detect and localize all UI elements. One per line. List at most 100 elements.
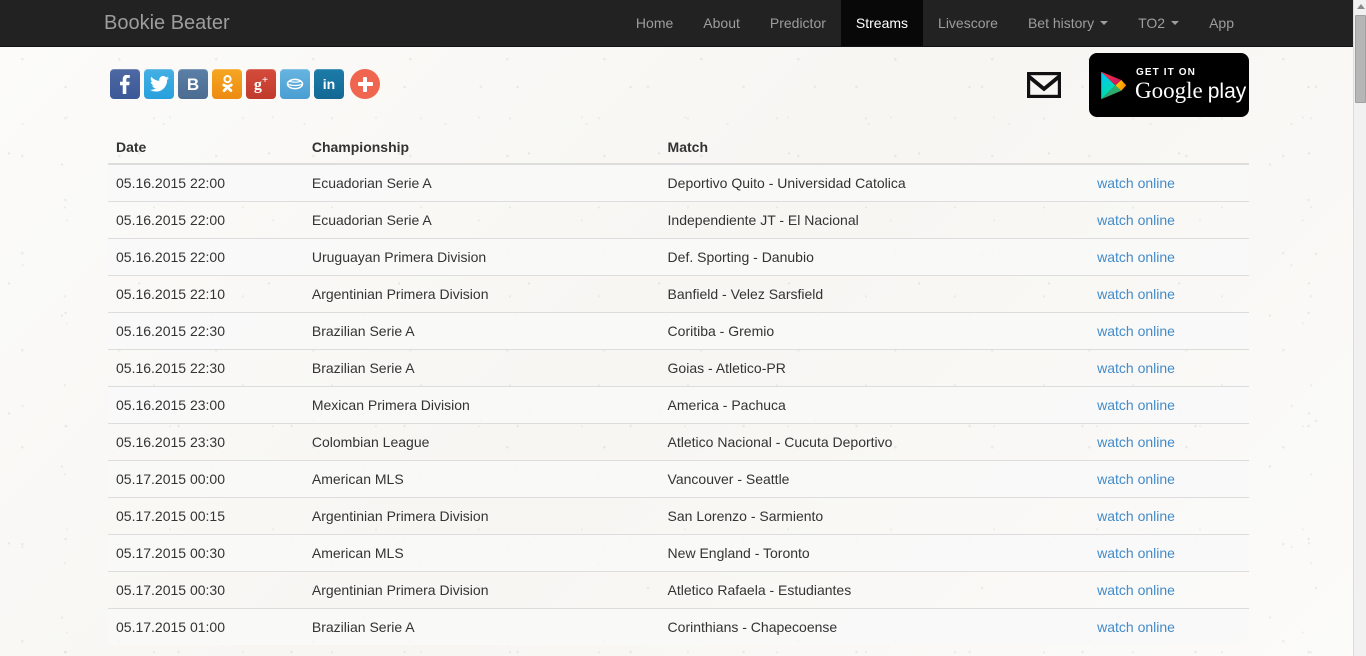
right-tools: GET IT ON Google play [1027,53,1249,117]
table-row: 05.17.2015 01:00 Brazilian Serie A Corinth… [108,607,1249,645]
cell-match: Coritiba - Gremio [659,311,1090,349]
table-header-row: Date Championship Match [108,131,1249,165]
cell-date: 05.16.2015 22:10 [108,274,304,312]
twitter-icon [149,76,169,92]
google-play-store-name: Google play [1135,78,1247,104]
cell-date: 05.17.2015 01:00 [108,607,304,645]
cell-match: New England - Toronto [659,533,1090,571]
watch-online-link[interactable]: watch online [1097,582,1175,598]
nav-link-app[interactable]: App [1194,0,1249,46]
streams-table: Date Championship Match 05.16.2015 22:00… [108,131,1249,645]
cell-date: 05.17.2015 00:30 [108,570,304,608]
cell-match: Atletico Nacional - Cucuta Deportivo [659,422,1090,460]
nav-label: Home [635,15,674,31]
column-header-match: Match [659,131,1090,165]
google-play-badge[interactable]: GET IT ON Google play [1089,53,1249,117]
watch-online-link[interactable]: watch online [1097,508,1175,524]
facebook-icon [120,74,130,94]
cell-match: Banfield - Velez Sarsfield [659,274,1090,312]
streams-table-container: Date Championship Match 05.16.2015 22:00… [108,131,1249,645]
social-share-bar: B g+ in [110,69,380,99]
watch-online-link[interactable]: watch online [1097,323,1175,339]
more-share-button[interactable] [350,69,380,99]
watch-online-link[interactable]: watch online [1097,434,1175,450]
cell-watch-link: watch online [1089,311,1249,349]
nav-item-home[interactable]: Home [621,0,688,46]
nav-link-livescore[interactable]: Livescore [923,0,1013,46]
googleplus-icon: g+ [253,73,269,94]
cell-championship: American MLS [303,459,660,497]
cell-championship: Mexican Primera Division [303,385,660,423]
navbar-menu: Home About Predictor Streams Livescore Bet hi… [581,0,1353,46]
cell-match: Deportivo Quito - Universidad Catolica [659,163,1090,201]
scrollbar-up-arrow-icon[interactable] [1354,0,1366,13]
odnoklassniki-share-button[interactable] [212,69,242,99]
google-play-triangle-icon [1101,71,1127,99]
chevron-down-icon [1100,21,1109,25]
nav-item-predictor[interactable]: Predictor [755,0,841,46]
linkedin-icon: in [322,76,336,92]
table-row: 05.16.2015 22:30 Brazilian Serie A Coritib… [108,311,1249,349]
watch-online-link[interactable]: watch online [1097,175,1175,191]
cell-date: 05.16.2015 23:00 [108,385,304,423]
brand-link[interactable]: Bookie Beater [89,0,245,46]
table-row: 05.16.2015 22:00 Ecuadorian Serie A Deport… [108,163,1249,201]
nav-link-bet-history[interactable]: Bet history [1013,0,1123,46]
table-row: 05.16.2015 22:10 Argentinian Primera Divi… [108,274,1249,312]
surfingbird-icon [286,78,304,90]
cell-date: 05.16.2015 22:30 [108,311,304,349]
nav-link-streams[interactable]: Streams [840,0,924,46]
nav-item-livescore[interactable]: Livescore [923,0,1013,46]
table-row: 05.17.2015 00:30 Argentinian Primera Divi… [108,570,1249,608]
table-row: 05.16.2015 22:30 Brazilian Serie A Goias -… [108,348,1249,386]
cell-championship: Argentinian Primera Division [303,570,660,608]
nav-item-bet-history[interactable]: Bet history [1013,0,1123,46]
watch-online-link[interactable]: watch online [1097,545,1175,561]
table-row: 05.17.2015 00:00 American MLS Vancouver - … [108,459,1249,497]
nav-item-to2[interactable]: TO2 [1123,0,1194,46]
watch-online-link[interactable]: watch online [1097,286,1175,302]
scrollbar-thumb[interactable] [1355,15,1366,103]
googleplus-share-button[interactable]: g+ [246,69,276,99]
cell-championship: Ecuadorian Serie A [303,163,660,201]
nav-link-predictor[interactable]: Predictor [755,0,841,46]
watch-online-link[interactable]: watch online [1097,397,1175,413]
watch-online-link[interactable]: watch online [1097,471,1175,487]
chevron-down-icon [1171,21,1180,25]
cell-match: Corinthians - Chapecoense [659,607,1090,645]
nav-label: App [1209,15,1234,31]
cell-date: 05.16.2015 22:00 [108,200,304,238]
cell-date: 05.16.2015 22:30 [108,348,304,386]
email-share-button[interactable] [1027,72,1061,98]
column-header-championship: Championship [303,131,660,165]
cell-match: Def. Sporting - Danubio [659,237,1090,275]
nav-link-to2[interactable]: TO2 [1123,0,1194,46]
nav-item-app[interactable]: App [1194,0,1249,46]
column-header-link [1089,131,1249,165]
nav-item-about[interactable]: About [688,0,755,46]
watch-online-link[interactable]: watch online [1097,619,1175,635]
linkedin-share-button[interactable]: in [314,69,344,99]
table-row: 05.16.2015 23:00 Mexican Primera Division… [108,385,1249,423]
watch-online-link[interactable]: watch online [1097,249,1175,265]
page-scrollbar[interactable] [1353,0,1366,656]
cell-championship: Brazilian Serie A [303,348,660,386]
nav-link-about[interactable]: About [688,0,755,46]
cell-match: Goias - Atletico-PR [659,348,1090,386]
nav-item-streams[interactable]: Streams [840,0,924,46]
cell-watch-link: watch online [1089,459,1249,497]
nav-link-home[interactable]: Home [621,0,688,46]
watch-online-link[interactable]: watch online [1097,212,1175,228]
table-row: 05.17.2015 00:30 American MLS New England … [108,533,1249,571]
surfingbird-share-button[interactable] [280,69,310,99]
cell-date: 05.17.2015 00:30 [108,533,304,571]
cell-championship: Uruguayan Primera Division [303,237,660,275]
google-play-get-it-on: GET IT ON [1136,66,1196,78]
google-play-word-play: play [1207,79,1247,103]
vkontakte-icon: B [186,74,200,94]
vkontakte-share-button[interactable]: B [178,69,208,99]
watch-online-link[interactable]: watch online [1097,360,1175,376]
facebook-share-button[interactable] [110,69,140,99]
twitter-share-button[interactable] [144,69,174,99]
cell-date: 05.16.2015 22:00 [108,163,304,201]
